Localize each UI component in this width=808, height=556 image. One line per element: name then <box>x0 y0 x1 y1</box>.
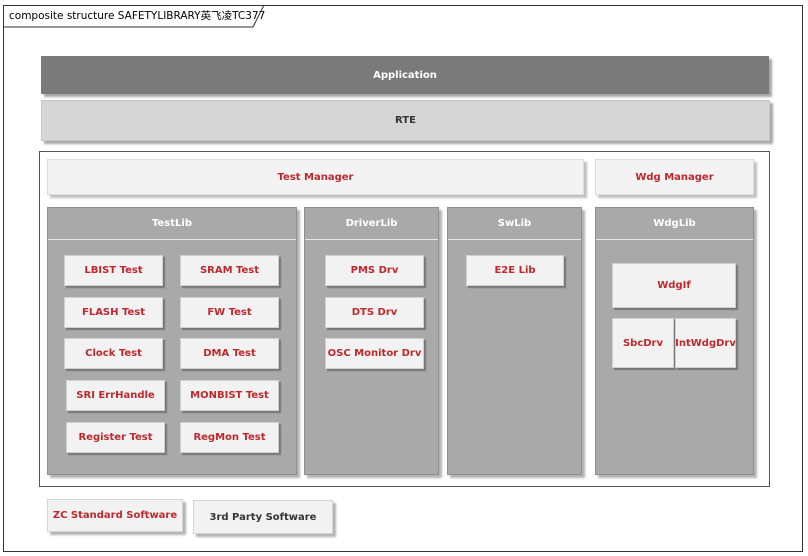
zc-standard-software-label: ZC Standard Software <box>52 510 178 521</box>
swlib-package[interactable]: SwLib <box>447 207 582 475</box>
wdg-manager-label: Wdg Manager <box>635 171 714 183</box>
third-party-software-label: 3rd Party Software <box>209 511 317 523</box>
rte-label: RTE <box>395 115 416 126</box>
dma-test-component[interactable]: DMA Test <box>180 338 279 369</box>
frame-title: composite structure SAFETYLIBRARY英飞凌TC37… <box>9 10 266 22</box>
regmon-test-component[interactable]: RegMon Test <box>180 422 279 453</box>
testlib-title: TestLib <box>48 208 296 240</box>
pms-drv-component[interactable]: PMS Drv <box>325 255 424 286</box>
wdg-manager-box[interactable]: Wdg Manager <box>595 159 754 195</box>
dts-drv-component[interactable]: DTS Drv <box>325 297 424 328</box>
intwdgdrv-component[interactable]: IntWdgDrv <box>675 318 736 368</box>
zc-standard-software-legend: ZC Standard Software <box>47 499 183 532</box>
flash-test-component[interactable]: FLASH Test <box>64 297 163 328</box>
rte-layer[interactable]: RTE <box>41 100 770 141</box>
frame-title-tab: composite structure SAFETYLIBRARY英飞凌TC37… <box>3 5 266 28</box>
wdglib-title: WdgLib <box>596 208 753 240</box>
monbist-test-component[interactable]: MONBIST Test <box>180 380 279 411</box>
e2e-lib-component[interactable]: E2E Lib <box>466 255 564 286</box>
sri-errhandle-component[interactable]: SRI ErrHandle <box>66 380 165 411</box>
driverlib-title: DriverLib <box>305 208 438 240</box>
register-test-component[interactable]: Register Test <box>66 422 165 453</box>
third-party-software-legend: 3rd Party Software <box>193 500 333 534</box>
application-label: Application <box>373 69 437 81</box>
clock-test-component[interactable]: Clock Test <box>64 338 163 369</box>
sbcdrv-component[interactable]: SbcDrv <box>612 318 674 368</box>
lbist-test-component[interactable]: LBIST Test <box>64 255 163 286</box>
osc-monitor-drv-component[interactable]: OSC Monitor Drv <box>325 338 424 369</box>
application-layer[interactable]: Application <box>41 56 769 94</box>
fw-test-component[interactable]: FW Test <box>180 297 279 328</box>
swlib-title: SwLib <box>448 208 581 240</box>
wdgif-component[interactable]: WdgIf <box>612 263 736 308</box>
sram-test-component[interactable]: SRAM Test <box>180 255 279 286</box>
test-manager-box[interactable]: Test Manager <box>47 159 584 195</box>
test-manager-label: Test Manager <box>277 171 354 183</box>
